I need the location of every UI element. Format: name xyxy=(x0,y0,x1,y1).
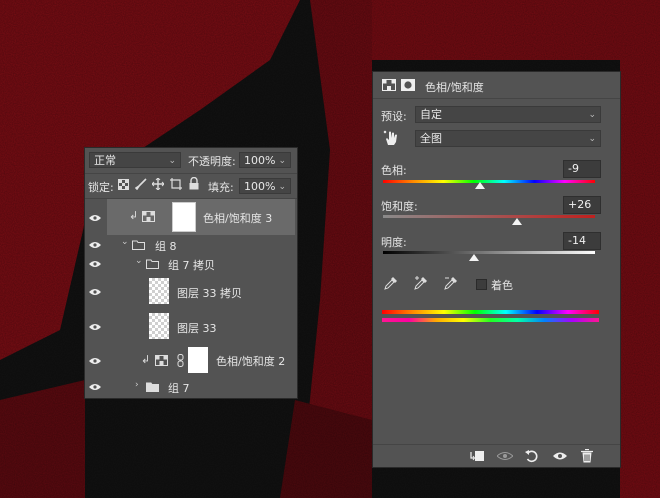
lock-label: 锁定: xyxy=(88,181,114,194)
eye-icon[interactable] xyxy=(89,241,101,249)
layer-mask-thumbnail[interactable] xyxy=(172,202,196,232)
eye-icon[interactable] xyxy=(89,288,101,296)
preset-label: 预设: xyxy=(381,110,407,123)
clipping-arrow-icon: ↲ xyxy=(141,353,151,366)
adjustment-layer-icon xyxy=(155,355,168,366)
lock-brush-icon[interactable] xyxy=(135,178,147,190)
preset-select[interactable]: 自定 ⌄ xyxy=(415,106,601,123)
lightness-slider-track[interactable] xyxy=(383,251,595,254)
chevron-down-icon[interactable]: ⌄ xyxy=(135,256,143,266)
layer-name: 组 8 xyxy=(155,240,177,253)
hue-slider-track[interactable] xyxy=(383,180,595,183)
chevron-down-icon: ⌄ xyxy=(278,182,286,192)
adjustment-layer-icon xyxy=(382,79,396,91)
properties-header: 色相/饱和度 xyxy=(373,72,620,99)
hue-label: 色相: xyxy=(381,164,407,177)
eyedropper-plus-icon[interactable] xyxy=(414,276,428,290)
panel-title: 色相/饱和度 xyxy=(425,81,484,94)
eye-icon[interactable] xyxy=(89,323,101,331)
layer-row-group-8[interactable]: ⌄ 组 8 xyxy=(85,236,297,254)
layer-name: 组 7 拷贝 xyxy=(168,259,215,272)
eyedropper-icon[interactable] xyxy=(384,276,398,290)
channel-select[interactable]: 全图 ⌄ xyxy=(415,130,601,147)
layer-row-hue-saturation-2[interactable]: ↲ 色相/饱和度 2 xyxy=(85,345,297,377)
lightness-label: 明度: xyxy=(381,236,407,249)
hue-input[interactable]: -9 xyxy=(563,160,601,178)
folder-icon xyxy=(132,240,145,250)
divider xyxy=(85,173,297,174)
layer-name: 图层 33 拷贝 xyxy=(177,287,242,300)
lock-all-icon[interactable] xyxy=(189,177,199,190)
saturation-slider-track[interactable] xyxy=(383,215,595,218)
saturation-slider-thumb[interactable] xyxy=(512,218,522,225)
input-color-range-bar xyxy=(382,310,599,314)
lightness-input[interactable]: -14 xyxy=(563,232,601,250)
saturation-label: 饱和度: xyxy=(381,200,418,213)
opacity-input[interactable]: 100% ⌄ xyxy=(239,152,291,168)
mask-icon[interactable] xyxy=(401,79,415,91)
chevron-down-icon: ⌄ xyxy=(588,134,596,144)
colorize-label: 着色 xyxy=(491,279,513,292)
layer-row-group-7[interactable]: › 组 7 xyxy=(85,378,297,396)
eyedropper-minus-icon[interactable] xyxy=(444,276,458,290)
targeted-adjustment-hand-icon[interactable] xyxy=(383,130,399,146)
layer-thumbnail[interactable] xyxy=(149,278,169,304)
blend-mode-select[interactable]: 正常 ⌄ xyxy=(89,152,181,168)
properties-footer xyxy=(373,444,620,468)
reset-icon[interactable] xyxy=(525,449,538,463)
folder-icon xyxy=(146,259,159,269)
chevron-right-icon[interactable]: › xyxy=(135,380,139,390)
layer-row-hue-saturation-3[interactable]: ↲ 色相/饱和度 3 xyxy=(85,199,297,235)
eye-icon[interactable] xyxy=(89,260,101,268)
clipping-arrow-icon: ↲ xyxy=(129,209,139,222)
chevron-down-icon[interactable]: ⌄ xyxy=(121,237,129,247)
eye-icon[interactable] xyxy=(89,357,101,365)
lightness-slider-thumb[interactable] xyxy=(469,254,479,261)
view-previous-state-icon[interactable] xyxy=(497,451,513,461)
saturation-input[interactable]: +26 xyxy=(563,196,601,214)
clip-to-layer-icon[interactable] xyxy=(470,450,484,462)
layer-row-layer-33-copy[interactable]: 图层 33 拷贝 xyxy=(85,275,297,309)
layer-thumbnail[interactable] xyxy=(149,313,169,339)
fill-label: 填充: xyxy=(208,181,234,194)
layer-name: 色相/饱和度 2 xyxy=(216,355,286,368)
layer-name: 图层 33 xyxy=(177,322,217,335)
lock-transparent-pixels-icon[interactable] xyxy=(118,179,129,190)
hue-slider-thumb[interactable] xyxy=(475,182,485,189)
eye-icon[interactable] xyxy=(89,383,101,391)
layer-name: 色相/饱和度 3 xyxy=(203,212,273,225)
folder-icon xyxy=(146,382,159,392)
layer-row-layer-33[interactable]: 图层 33 xyxy=(85,310,297,344)
trash-icon[interactable] xyxy=(581,449,593,463)
layer-name: 组 7 xyxy=(168,382,190,395)
layer-mask-thumbnail[interactable] xyxy=(188,347,208,373)
layers-panel: 正常 ⌄ 不透明度: 100% ⌄ 锁定: 填充: 100% ⌄ ↲ 色相/饱和… xyxy=(85,148,297,398)
chevron-down-icon: ⌄ xyxy=(588,110,596,120)
chevron-down-icon: ⌄ xyxy=(168,156,176,166)
eye-icon[interactable] xyxy=(89,214,101,222)
opacity-label: 不透明度: xyxy=(188,155,236,168)
output-color-range-bar xyxy=(382,318,599,322)
adjustment-layer-icon xyxy=(142,211,155,222)
layer-row-group-7-copy[interactable]: ⌄ 组 7 拷贝 xyxy=(85,255,297,273)
colorize-checkbox[interactable] xyxy=(476,279,487,290)
eye-icon[interactable] xyxy=(553,451,567,461)
blend-mode-value: 正常 xyxy=(94,154,116,167)
chevron-down-icon: ⌄ xyxy=(278,156,286,166)
chain-link-icon[interactable] xyxy=(177,354,184,367)
lock-artboard-icon[interactable] xyxy=(170,178,182,190)
lock-move-icon[interactable] xyxy=(152,178,164,190)
properties-panel: 色相/饱和度 预设: 自定 ⌄ 全图 ⌄ 色相: -9 饱和度: +26 明度:… xyxy=(373,72,620,467)
fill-input[interactable]: 100% ⌄ xyxy=(239,178,291,194)
